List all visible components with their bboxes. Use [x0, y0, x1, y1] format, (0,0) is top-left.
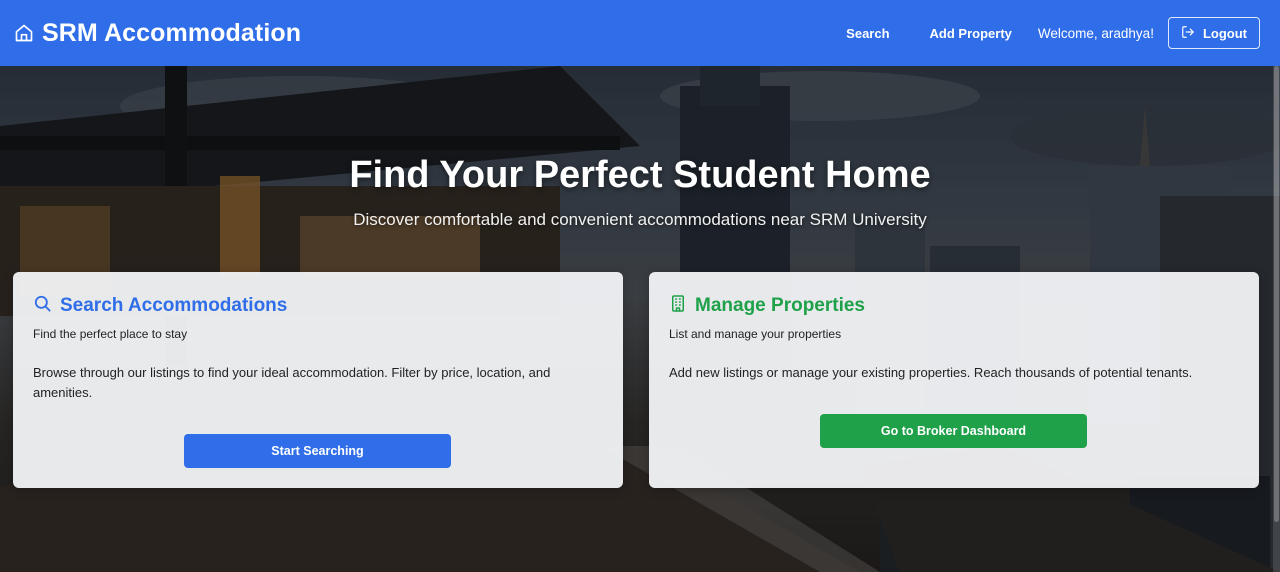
manage-card-header: Manage Properties	[669, 294, 1239, 318]
nav-link-search[interactable]: Search	[846, 26, 889, 41]
manage-card: Manage Properties List and manage your p…	[649, 272, 1259, 488]
logout-label: Logout	[1202, 25, 1247, 41]
brand-title: SRM Accommodation	[42, 18, 302, 47]
scrollbar-thumb[interactable]	[1274, 66, 1279, 522]
brand[interactable]: SRM Accommodation	[14, 19, 301, 48]
start-searching-button[interactable]: Start Searching	[184, 434, 451, 468]
hero-title: Find Your Perfect Student Home	[349, 154, 931, 196]
logout-button[interactable]: Logout	[1167, 17, 1260, 49]
broker-dashboard-button[interactable]: Go to Broker Dashboard	[820, 414, 1087, 448]
search-icon	[33, 294, 52, 318]
search-card-header: Search Accommodations	[33, 294, 603, 318]
search-card-description: Browse through our listings to find your…	[33, 365, 551, 400]
welcome-text: Welcome, aradhya!	[1037, 25, 1154, 41]
scrollbar[interactable]	[1273, 66, 1280, 572]
nav-right: Search Add Property Welcome, aradhya! Lo…	[846, 17, 1260, 49]
hero-section: Find Your Perfect Student Home Discover …	[0, 66, 1280, 572]
search-card-title: Search Accommodations	[60, 295, 288, 316]
navbar: SRM Accommodation Search Add Property We…	[0, 0, 1280, 66]
search-card: Search Accommodations Find the perfect p…	[13, 272, 623, 488]
manage-card-title: Manage Properties	[695, 295, 865, 316]
home-icon	[14, 23, 34, 43]
manage-card-description: Add new listings or manage your existing…	[669, 365, 1193, 380]
building-icon	[669, 294, 687, 318]
nav-link-add-property[interactable]: Add Property	[930, 26, 1012, 41]
manage-card-subtitle: List and manage your properties	[669, 327, 842, 341]
logout-icon	[1181, 25, 1195, 42]
search-card-subtitle: Find the perfect place to stay	[33, 327, 188, 341]
hero-subtitle: Discover comfortable and convenient acco…	[353, 210, 927, 229]
